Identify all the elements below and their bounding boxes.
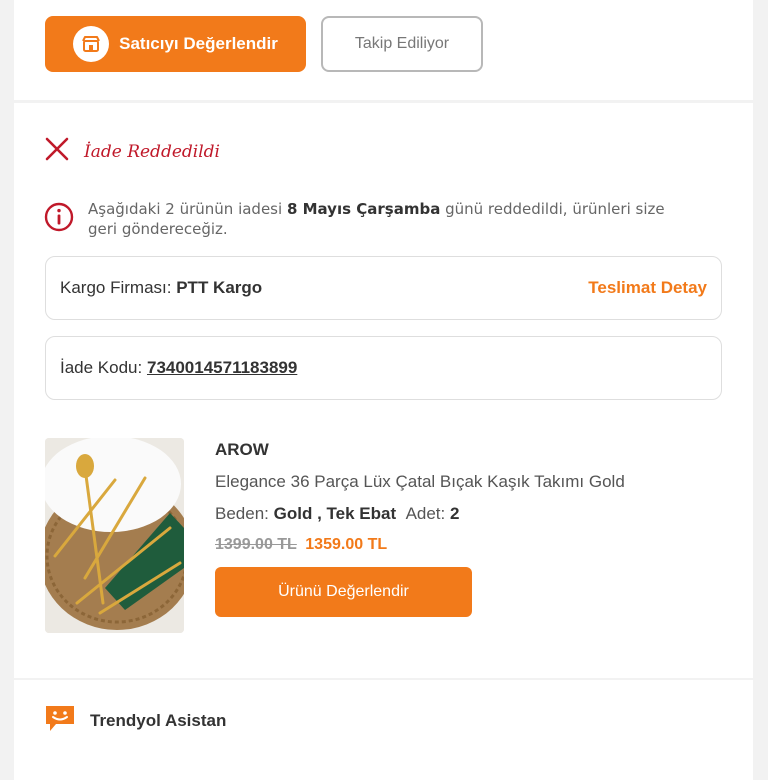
cargo-label: Kargo Firması: xyxy=(60,278,172,297)
qty-value: 2 xyxy=(450,504,460,523)
product-image[interactable] xyxy=(45,438,184,633)
assistant-row[interactable]: Trendyol Asistan xyxy=(44,703,226,738)
product-prices: 1399.00 TL 1359.00 TL xyxy=(215,536,625,554)
following-label: Takip Ediliyor xyxy=(354,35,450,52)
new-price: 1359.00 TL xyxy=(305,536,388,553)
cargo-box: Kargo Firması: PTT Kargo Teslimat Detay xyxy=(45,256,722,320)
product-brand[interactable]: AROW xyxy=(215,440,625,460)
delivery-details-link[interactable]: Teslimat Detay xyxy=(588,278,707,298)
rate-seller-label: Satıcıyı Değerlendir xyxy=(119,34,278,53)
size-label: Beden: xyxy=(215,504,269,523)
return-status-label: İade Reddedildi xyxy=(84,141,220,162)
info-icon xyxy=(44,202,74,239)
old-price: 1399.00 TL xyxy=(215,536,297,553)
return-notice: Aşağıdaki 2 ürünün iadesi 8 Mayıs Çarşam… xyxy=(44,199,684,239)
assistant-label: Trendyol Asistan xyxy=(90,710,227,730)
product-variant: Beden: Gold , Tek Ebat Adet: 2 xyxy=(215,504,625,524)
cargo-company: PTT Kargo xyxy=(176,278,263,297)
rate-seller-button[interactable]: Satıcıyı Değerlendir xyxy=(45,16,306,72)
rate-product-button[interactable]: Ürünü Değerlendir xyxy=(215,567,472,617)
following-button[interactable]: Takip Ediliyor xyxy=(321,16,483,72)
notice-date: 8 Mayıs Çarşamba xyxy=(286,200,441,218)
product-name[interactable]: Elegance 36 Parça Lüx Çatal Bıçak Kaşık … xyxy=(215,472,625,492)
return-code-box: İade Kodu: 7340014571183899 xyxy=(45,336,722,400)
notice-prefix: Aşağıdaki 2 ürünün iadesi xyxy=(88,200,287,218)
chat-bot-icon xyxy=(44,703,76,738)
product-info: AROW Elegance 36 Parça Lüx Çatal Bıçak K… xyxy=(215,438,625,554)
return-status: İade Reddedildi xyxy=(44,136,220,167)
notice-text: Aşağıdaki 2 ürünün iadesi 8 Mayıs Çarşam… xyxy=(88,199,684,239)
qty-label: Adet: xyxy=(405,504,446,523)
return-code-label: İade Kodu: xyxy=(60,358,143,377)
return-code-value[interactable]: 7340014571183899 xyxy=(147,358,297,378)
close-icon xyxy=(44,136,70,167)
rate-product-label: Ürünü Değerlendir xyxy=(278,583,409,600)
store-icon xyxy=(73,26,110,62)
size-value: Gold , Tek Ebat xyxy=(273,504,397,523)
